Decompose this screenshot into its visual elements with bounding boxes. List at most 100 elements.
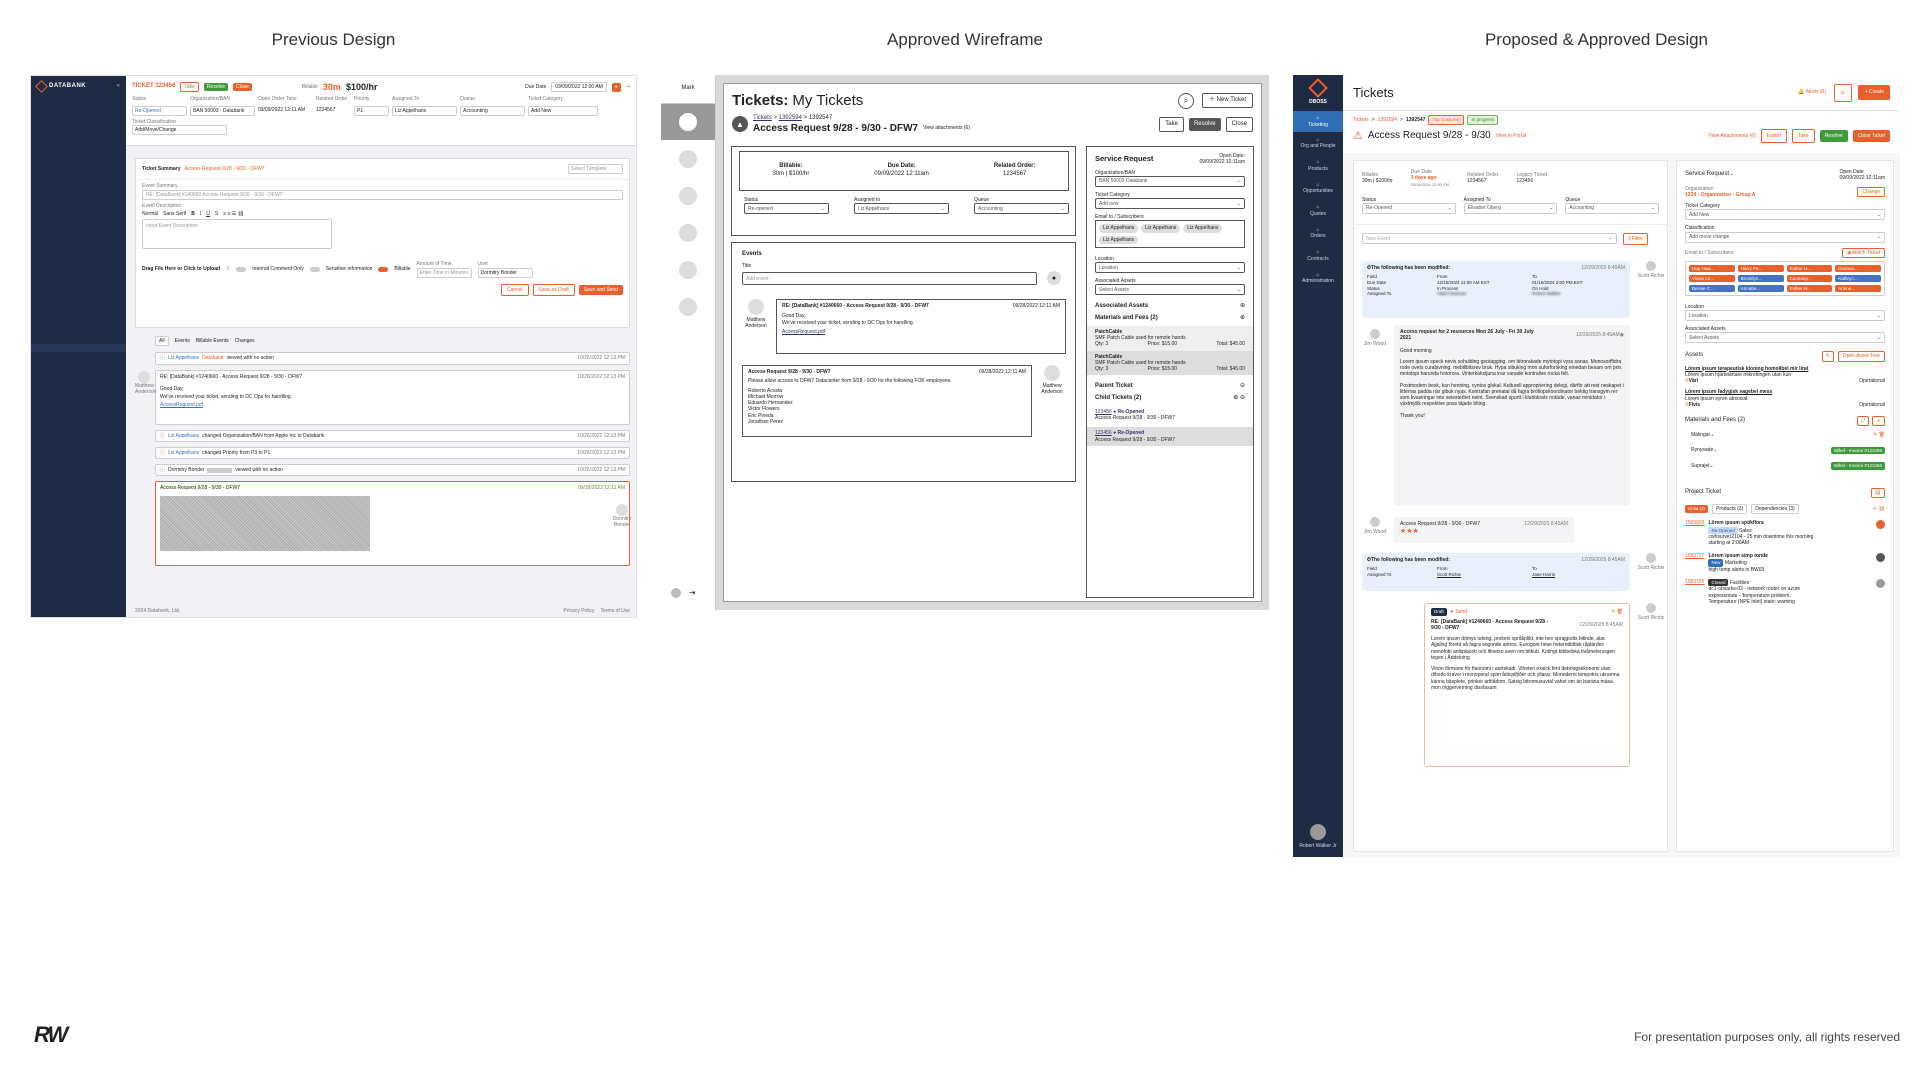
material-row[interactable]: Suprajel ⌄ Billed - Invoice #123456 [1685, 462, 1885, 470]
nav-quotes[interactable]: ⌂ Quotes [1293, 199, 1343, 222]
subscriber-chip[interactable]: Liz Appelhans [1099, 224, 1139, 233]
old-take-button[interactable]: Take [180, 82, 199, 93]
wire-assets-select[interactable]: Select Assets ⌄ [1095, 284, 1245, 296]
subscriber-chip[interactable]: Harry Pe... [1737, 264, 1784, 272]
subscriber-chip[interactable]: Kathryn... [1835, 274, 1881, 282]
search-icon[interactable]: ⌕ [1833, 83, 1852, 102]
tab-dependencies[interactable]: Dependencies (3) [1751, 504, 1799, 515]
old-upload-zone[interactable]: Drag File Here or Click to Upload [142, 266, 220, 272]
project-id[interactable]: 1583665 [1685, 520, 1704, 526]
change-button[interactable]: Change [1857, 186, 1885, 197]
add-circle-icon[interactable]: ⊕ ⊖ [1233, 395, 1245, 403]
crumb-tickets[interactable]: Tickets [753, 115, 772, 121]
wire-event-input[interactable]: Add event [742, 271, 1037, 285]
sr-label[interactable]: Service Request [1685, 171, 1729, 179]
take-button[interactable]: Take [1792, 128, 1815, 143]
toolbar-strike[interactable]: S [215, 211, 218, 217]
old-logout-icon[interactable]: ⇥ [626, 84, 630, 90]
project-id[interactable]: 1583765 [1685, 579, 1704, 585]
subscriber-chip[interactable]: Esther H... [1786, 284, 1833, 292]
link-icon[interactable]: ⊖ [1240, 383, 1245, 391]
old-tab-all[interactable]: All [155, 336, 169, 347]
nav-products[interactable]: ⌂ Products [1293, 154, 1343, 177]
project-item[interactable]: 1583665 Lörem ipsum spökflora Re-Opened S… [1685, 520, 1885, 546]
old-tab-events[interactable]: Events [175, 338, 190, 344]
subscriber-chip[interactable]: Courtney... [1786, 274, 1833, 282]
link-icon[interactable]: ⛓ [1870, 487, 1885, 498]
child-ticket[interactable]: 123456 ● Re-Opened Access Request 9/28 -… [1087, 427, 1253, 446]
crumb-parent[interactable]: 1392594 [779, 115, 802, 121]
nav-org[interactable]: ⌂ Org and People [1293, 132, 1343, 155]
child-id[interactable]: 123456 [1095, 430, 1112, 436]
assigned-select[interactable]: Elisabet Oberg ⌄ [1463, 202, 1558, 214]
toolbar-font[interactable]: Sans Serif [163, 211, 186, 217]
child-ticket[interactable]: 123456 ● Re-Opened Access Request 9/28 -… [1095, 407, 1245, 424]
toolbar-italic[interactable]: I [200, 211, 201, 217]
eye-icon[interactable]: ◉ [1620, 332, 1624, 338]
child-id[interactable]: 123456 [1095, 409, 1112, 415]
watch-button[interactable]: ◉ Watch Ticket [1842, 247, 1885, 258]
project-item[interactable]: 1583765 Closed Facilities dc1-obsarks-02 … [1685, 578, 1885, 605]
toolbar-format[interactable]: Normal [142, 211, 158, 217]
old-due-field[interactable]: 09/09/2022 12:00 AM [551, 82, 607, 93]
wire-location-select[interactable]: Location ⌄ [1095, 262, 1245, 273]
nav-circle-icon[interactable] [679, 260, 697, 279]
old-tab-changes[interactable]: Changes [235, 338, 255, 344]
view-attachments-link[interactable]: View Attachments (6) [1709, 133, 1756, 139]
toolbar-underline[interactable]: U [206, 211, 210, 217]
subscriber-chip[interactable]: Liz Appelhans [1183, 224, 1223, 233]
subscriber-chip[interactable]: Bessie C... [1689, 284, 1735, 292]
view-portal-link[interactable]: View in Portal [1496, 133, 1526, 139]
alerts-link[interactable]: 🔔 Alerts (0) [1798, 89, 1826, 95]
nav-circle-icon[interactable] [679, 297, 697, 316]
wire-org-select[interactable]: BAN 50003 Databank ⌄ [1095, 175, 1245, 187]
subscriber-chip[interactable]: Arlene... [1835, 284, 1881, 292]
wire-attachments-link[interactable]: View attachments (6) [923, 125, 970, 131]
location-select[interactable]: Location ⌄ [1685, 310, 1885, 321]
expand-icon[interactable]: ⤢ [1856, 416, 1869, 427]
old-user-icon[interactable]: ● [611, 82, 621, 92]
category-select[interactable]: Add New ⌄ [1685, 209, 1885, 221]
nav-circle-icon[interactable] [679, 112, 697, 131]
project-id[interactable]: 1583737 [1685, 553, 1704, 559]
old-tab-billable[interactable]: Billable Events [196, 338, 229, 344]
wire-resolve-button[interactable]: Resolve [1188, 117, 1221, 132]
subscriber-box[interactable]: Guy Haw... Harry Pe... Esther H... Deann… [1685, 260, 1885, 296]
close-ticket-button[interactable]: Close Ticket [1852, 129, 1890, 142]
nav-circle-icon[interactable] [679, 186, 697, 205]
add-circle-icon[interactable]: ⊕ [1240, 315, 1245, 323]
old-draft-button[interactable]: Save as Draft [532, 283, 575, 296]
edit-icon[interactable]: ✎ 🗑 [1873, 432, 1885, 438]
nav-admin[interactable]: ⌂ Administration [1293, 267, 1343, 290]
old-amount-input[interactable]: Enter Time in Minutes [416, 267, 472, 278]
classification-select[interactable]: Add move change ⌄ [1685, 231, 1885, 243]
tab-products[interactable]: Products (3) [1712, 504, 1748, 515]
wire-queue-select[interactable]: Accounting ⌄ [974, 203, 1069, 215]
old-status-select[interactable]: Re-Opened [132, 105, 187, 116]
wire-status-select[interactable]: Re-opened ⌄ [744, 203, 829, 215]
edit-icon[interactable]: ✎ 🗑 [1611, 609, 1623, 615]
toolbar-list-icon[interactable]: ≡ ≡ ☰ ⛓ [223, 211, 244, 217]
toggle-internal[interactable] [236, 267, 247, 272]
export-button[interactable]: Export [1760, 128, 1788, 143]
old-description-editor[interactable]: Input Event Description [142, 219, 332, 250]
wire-new-ticket-button[interactable]: ＋ New Ticket [1201, 92, 1253, 109]
attachment-link[interactable]: AccessRequest.pdf [782, 329, 1060, 335]
create-button[interactable]: ＋ Create [1857, 85, 1890, 100]
nav-ticketing[interactable]: ⌂ Ticketing [1293, 111, 1343, 132]
old-close-button[interactable]: Close [233, 83, 252, 92]
old-category-select[interactable]: Add New [528, 105, 598, 116]
old-cancel-button[interactable]: Cancel [500, 283, 529, 296]
material-row[interactable]: Mälingar ⌄ ✎ 🗑 [1685, 432, 1885, 438]
subscriber-chip[interactable]: Liz Appelhans [1141, 224, 1181, 233]
privacy-link[interactable]: Privacy Policy [563, 608, 594, 614]
subscriber-chip[interactable]: Liz Appelhans [1099, 235, 1139, 244]
wire-close-button[interactable]: Close [1225, 116, 1253, 133]
old-event-summary-input[interactable]: RE: [DataBank] #140660 Access Request 9/… [142, 189, 623, 200]
toggle-sensitive[interactable] [309, 267, 320, 272]
nav-orders[interactable]: ⌂ Orders [1293, 222, 1343, 245]
old-user-select[interactable]: Dormitry Bonder [477, 267, 533, 278]
old-classification-select[interactable]: Add/Move/Change [132, 125, 227, 136]
crumb-tickets[interactable]: Tickets [1353, 117, 1369, 123]
subscriber-chip[interactable]: Vivian Le... [1689, 274, 1735, 282]
